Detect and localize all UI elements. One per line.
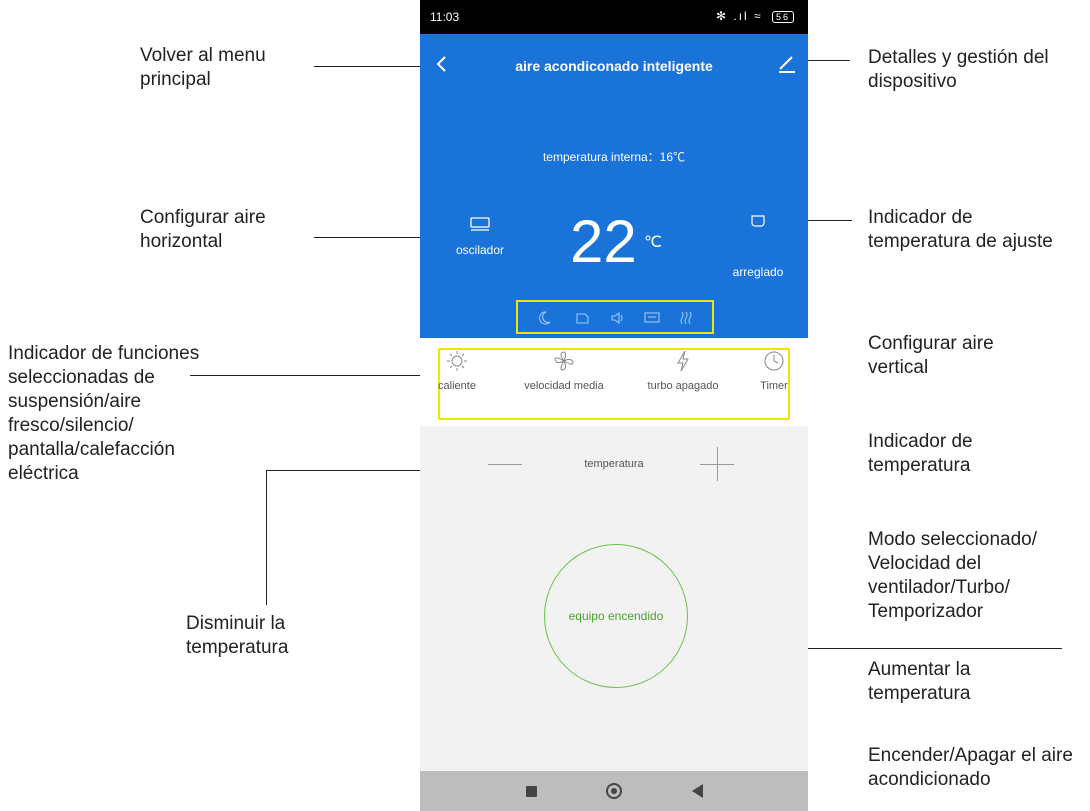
inner-temperature: temperatura interna：16℃ (542, 150, 686, 164)
fixed-label: arreglado (732, 265, 784, 279)
annotation-set-temp-indicator: Indicador de temperatura de ajuste (868, 207, 1053, 252)
annotation-horizontal: Configurar aire horizontal (140, 207, 266, 252)
mode-turbo[interactable]: turbo apagado (638, 350, 728, 392)
page-title: aire acondiconado inteligente (515, 58, 713, 74)
leader-line (190, 375, 440, 376)
leader-line (266, 470, 267, 605)
mode-fan-speed[interactable]: velocidad media (516, 350, 612, 392)
mode-heat-label: caliente (438, 380, 476, 392)
moon-icon[interactable] (536, 310, 552, 326)
device-header-panel: aire acondiconado inteligente temperatur… (420, 34, 808, 338)
annotation-power: Encender/Apagar el aire acondicionado (868, 745, 1073, 790)
edit-pencil-icon[interactable] (776, 54, 798, 74)
home-icon[interactable] (606, 783, 622, 799)
oscillator-icon (470, 217, 490, 231)
fan-icon (554, 351, 574, 371)
mode-panel: caliente velocidad media turbo apagado T… (420, 338, 808, 426)
clock-icon (764, 351, 784, 371)
mode-fan-speed-label: velocidad media (524, 380, 604, 392)
display-icon[interactable] (644, 310, 660, 326)
mode-timer[interactable]: Timer (754, 350, 794, 392)
power-label: equipo encendido (568, 609, 664, 623)
battery-icon: 56 (771, 11, 794, 23)
speaker-icon[interactable] (610, 310, 626, 326)
fixed-button[interactable]: arreglado (718, 214, 798, 279)
sun-icon (447, 351, 467, 371)
mode-timer-label: Timer (760, 380, 788, 392)
annotation-decrease: Disminuir la temperatura (186, 613, 289, 658)
status-icons: ✻ .ıl ≈ 56 (716, 9, 794, 23)
lightning-icon (677, 350, 689, 372)
mode-heat[interactable]: caliente (428, 350, 486, 392)
annotation-increase: Aumentar la temperatura (868, 659, 971, 704)
heater-icon[interactable] (678, 310, 694, 326)
annotation-vertical: Configurar aire vertical (868, 333, 994, 378)
mode-turbo-label: turbo apagado (647, 380, 719, 392)
plus-icon[interactable] (717, 447, 718, 481)
annotation-back: Volver al menu principal (140, 45, 266, 90)
oscillator-button[interactable]: oscilador (450, 216, 510, 257)
set-temperature-value: 22 (570, 208, 637, 275)
phone-screen: 11:03 ✻ .ıl ≈ 56 aire acondiconado intel… (420, 0, 808, 811)
recent-apps-icon[interactable] (526, 786, 537, 797)
functions-indicator (516, 300, 714, 334)
signal-icons: ✻ .ıl ≈ (715, 9, 763, 23)
power-button[interactable]: equipo encendido (544, 544, 688, 688)
temperature-control-row: temperatura (420, 440, 808, 490)
leader-line (314, 237, 434, 238)
status-bar: 11:03 ✻ .ıl ≈ 56 (420, 0, 808, 34)
leader-line (314, 66, 434, 67)
fixed-icon (751, 215, 765, 227)
annotation-details: Detalles y gestión del dispositivo (868, 47, 1049, 92)
android-nav-bar (420, 771, 808, 811)
leader-line (806, 220, 852, 221)
back-triangle-icon[interactable] (692, 784, 703, 798)
annotation-temp-indicator: Indicador de temperatura (868, 431, 973, 476)
set-temperature-unit: ℃ (644, 234, 662, 251)
status-time: 11:03 (430, 10, 460, 24)
oscillator-label: oscilador (455, 243, 505, 257)
annotation-mode-selected: Modo seleccionado/ Velocidad del ventila… (868, 529, 1037, 622)
temperature-label: temperatura (584, 458, 644, 470)
annotation-functions: Indicador de funciones seleccionadas de … (8, 343, 200, 484)
fresh-air-icon[interactable] (574, 310, 590, 326)
mode-indicator-box (438, 348, 790, 420)
